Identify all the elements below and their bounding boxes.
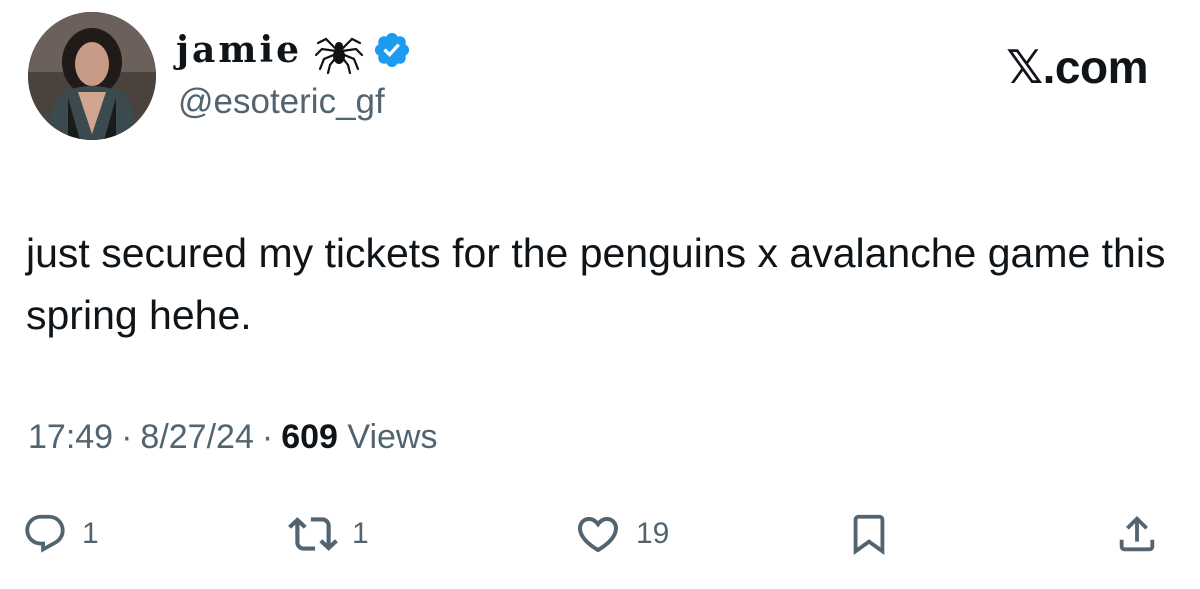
repost-count: 1 bbox=[352, 517, 369, 550]
reply-icon bbox=[22, 511, 68, 557]
share-button[interactable] bbox=[1114, 508, 1160, 560]
views-label: Views bbox=[347, 418, 438, 456]
reply-button[interactable]: 1 bbox=[22, 508, 99, 560]
repost-icon bbox=[288, 509, 338, 559]
spider-icon bbox=[314, 25, 364, 75]
tweet-date[interactable]: 8/27/24 bbox=[140, 418, 253, 456]
bookmark-icon bbox=[846, 511, 892, 557]
avatar-photo bbox=[28, 12, 156, 140]
tweet-meta: 17:49 · 8/27/24 · 609 Views bbox=[28, 420, 437, 454]
repost-button[interactable]: 1 bbox=[288, 508, 369, 560]
tweet-text: just secured my tickets for the penguins… bbox=[26, 230, 1166, 338]
verified-badge-icon[interactable] bbox=[372, 30, 412, 70]
brand-logo-text: 𝕏.com bbox=[1006, 41, 1148, 93]
like-button[interactable]: 19 bbox=[574, 508, 669, 560]
author-handle[interactable]: @esoteric_gf bbox=[178, 84, 385, 119]
author-name-row: jamie bbox=[176, 24, 412, 76]
avatar[interactable] bbox=[28, 12, 156, 140]
views-count: 609 bbox=[281, 418, 338, 456]
meta-separator: · bbox=[121, 418, 133, 456]
share-icon bbox=[1114, 511, 1160, 557]
heart-icon bbox=[574, 510, 622, 558]
like-count: 19 bbox=[636, 517, 670, 550]
meta-separator: · bbox=[261, 418, 274, 456]
bookmark-button[interactable] bbox=[846, 508, 892, 560]
reply-count: 1 bbox=[82, 517, 99, 550]
author-display-name[interactable]: jamie bbox=[176, 32, 302, 68]
tweet-time[interactable]: 17:49 bbox=[28, 418, 113, 456]
